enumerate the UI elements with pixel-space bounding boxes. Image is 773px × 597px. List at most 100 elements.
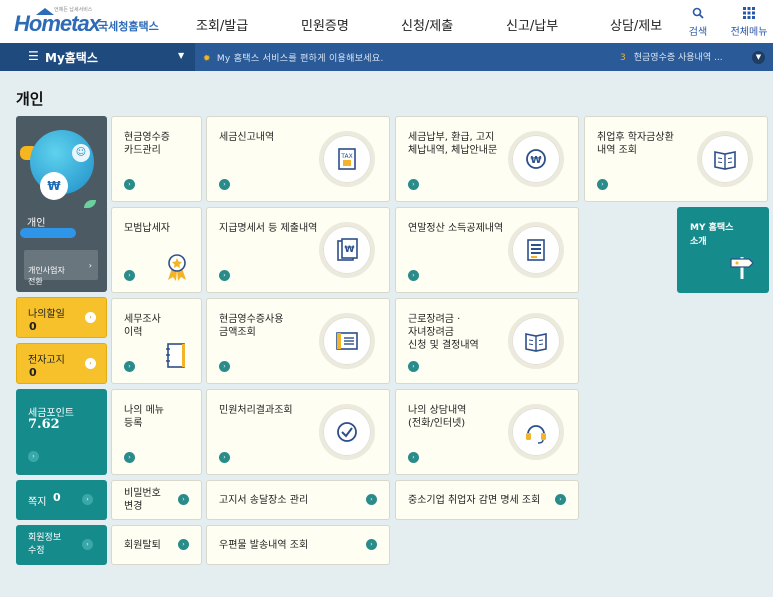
- menu-report-payment[interactable]: 신고/납부: [506, 15, 558, 34]
- grid-menu-icon: [727, 7, 771, 23]
- profile-card: ☺ ₩ 개인 개인사업자 전환 ›: [16, 116, 107, 292]
- arrow-right-icon: ›: [124, 361, 135, 372]
- smiley-icon: ☺: [72, 144, 90, 162]
- sme-tax-reduction-tile[interactable]: 중소기업 취업자 감면 명세 조회 ›: [395, 480, 579, 520]
- award-medal-icon: [168, 254, 186, 281]
- signpost-icon: [730, 257, 754, 279]
- guide-message-text: My 홈택스 서비스를 편하게 이용해보세요.: [216, 54, 384, 64]
- arrow-right-icon: ›: [85, 312, 96, 323]
- my-hometax-dropdown[interactable]: ☰ My홈택스 ▼: [0, 43, 195, 71]
- note-label: 쪽지: [28, 497, 47, 508]
- won-document-icon: ₩: [319, 222, 375, 278]
- chevron-right-icon: ›: [88, 261, 92, 270]
- my-hometax-label: My홈택스: [45, 51, 98, 65]
- arrow-right-icon: ›: [219, 452, 230, 463]
- tile-label: 모범납세자: [124, 223, 170, 234]
- svg-text:TAX: TAX: [340, 153, 352, 160]
- my-todo-card[interactable]: 나의할일 0 ›: [16, 297, 107, 338]
- svg-text:₩: ₩: [530, 155, 541, 166]
- all-menu-label: 전체메뉴: [730, 27, 768, 38]
- search-button[interactable]: 검색: [676, 7, 720, 38]
- tile-label: 지급명세서 등 제출내역: [219, 223, 318, 234]
- menu-application-submit[interactable]: 신청/제출: [401, 15, 453, 34]
- arrow-right-icon: ›: [82, 494, 93, 505]
- tile-label: 세무조사 이력: [124, 314, 161, 338]
- ticker-expand-button[interactable]: ▼: [752, 51, 765, 64]
- tile-label: 연말정산 소득공제내역: [408, 223, 504, 234]
- note-count: 0: [53, 491, 61, 504]
- search-label: 검색: [688, 27, 708, 38]
- headset-icon: [508, 404, 564, 460]
- tax-report-history-tile[interactable]: 세금신고내역 › TAX: [206, 116, 390, 202]
- open-book-icon: [508, 313, 564, 369]
- my-todo-count: 0: [29, 320, 37, 333]
- tax-point-value: 7.62: [28, 417, 60, 432]
- tile-label: 취업후 학자금상환 내역 조회: [597, 132, 674, 156]
- top-header: 언제든 납세서비스 Hometax 국세청홈택스 조회/발급 민원증명 신청/제…: [0, 0, 773, 43]
- page-title: 개인: [16, 90, 44, 108]
- tile-label: 세금신고내역: [219, 132, 275, 143]
- arrow-right-icon: ›: [408, 179, 419, 190]
- e-notice-card[interactable]: 전자고지 0 ›: [16, 343, 107, 384]
- switch-label: 개인사업자 전환: [28, 266, 65, 286]
- mail-history-tile[interactable]: 우편물 발송내역 조회 ›: [206, 525, 390, 565]
- my-hometax-intro-tile[interactable]: MY 홈택스 소개: [677, 207, 769, 293]
- password-change-tile[interactable]: 비밀번호 변경 ›: [111, 480, 202, 520]
- tile-label: 현금영수증사용 금액조회: [219, 314, 284, 338]
- arrow-right-icon: ›: [124, 270, 135, 281]
- cash-receipt-usage-tile[interactable]: 현금영수증사용 금액조회 ›: [206, 298, 390, 384]
- my-consult-history-tile[interactable]: 나의 상담내역 (전화/인터넷) ›: [395, 389, 579, 475]
- e-notice-count: 0: [29, 366, 37, 379]
- tile-label: 회원탈퇴: [124, 540, 161, 551]
- spreadsheet-document-icon: [508, 222, 564, 278]
- tile-label: 나의 상담내역 (전화/인터넷): [408, 405, 467, 429]
- tax-audit-history-tile[interactable]: 세무조사 이력 ›: [111, 298, 202, 384]
- arrow-right-icon: ›: [178, 539, 189, 550]
- arrow-right-icon: ›: [366, 539, 377, 550]
- tile-label: 비밀번호 변경: [124, 488, 161, 512]
- menu-inquiry-issue[interactable]: 조회/발급: [196, 15, 248, 34]
- civil-result-tile[interactable]: 민원처리결과조회 ›: [206, 389, 390, 475]
- tile-label: 민원처리결과조회: [219, 405, 293, 416]
- withdrawal-tile[interactable]: 회원탈퇴 ›: [111, 525, 202, 565]
- arrow-right-icon: ›: [219, 361, 230, 372]
- payment-statement-tile[interactable]: 지급명세서 등 제출내역 › ₩: [206, 207, 390, 293]
- year-end-settlement-tile[interactable]: 연말정산 소득공제내역 ›: [395, 207, 579, 293]
- bill-address-tile[interactable]: 고지서 송달장소 관리 ›: [206, 480, 390, 520]
- switch-to-business-button[interactable]: 개인사업자 전환 ›: [24, 250, 98, 286]
- check-circle-icon: [319, 404, 375, 460]
- dropdown-triangle-icon: ▼: [178, 51, 185, 60]
- tax-document-icon: TAX: [319, 131, 375, 187]
- note-card[interactable]: 쪽지 0 ›: [16, 480, 107, 520]
- tax-payment-history-tile[interactable]: 세금납부, 환급, 고지 체납내역, 체납안내문 › ₩: [395, 116, 579, 202]
- menu-consult-report[interactable]: 상담/제보: [610, 15, 662, 34]
- cash-receipt-card-tile[interactable]: 현금영수증 카드관리 ›: [111, 116, 202, 202]
- menu-civil-certificate[interactable]: 민원증명: [301, 15, 349, 34]
- earned-income-credit-tile[interactable]: 근로장려금 · 자녀장려금 신청 및 결정내역 ›: [395, 298, 579, 384]
- all-menu-button[interactable]: 전체메뉴: [727, 7, 771, 38]
- my-menu-register-tile[interactable]: 나의 메뉴 등록 ›: [111, 389, 202, 475]
- tax-point-card[interactable]: 세금포인트 7.62 ›: [16, 389, 107, 475]
- lightbulb-icon: ✹: [203, 54, 211, 64]
- member-info-edit-card[interactable]: 회원정보 수정 ›: [16, 525, 107, 565]
- tile-label: 고지서 송달장소 관리: [219, 495, 309, 506]
- notebook-icon: [166, 343, 185, 368]
- receipt-list-icon: [319, 313, 375, 369]
- arrow-right-icon: ›: [408, 270, 419, 281]
- logo-org-name: 국세청홈택스: [98, 20, 159, 33]
- hometax-logo[interactable]: 언제든 납세서비스 Hometax 국세청홈택스: [14, 6, 164, 38]
- arrow-right-icon: ›: [408, 361, 419, 372]
- popular-search-ticker[interactable]: 3 현금영수증 사용내역 ...: [620, 50, 723, 63]
- arrow-right-icon: ›: [555, 494, 566, 505]
- member-info-edit-label: 회원정보 수정: [28, 533, 62, 556]
- guide-message: ✹ My 홈택스 서비스를 편하게 이용해보세요.: [203, 51, 384, 64]
- student-loan-tile[interactable]: 취업후 학자금상환 내역 조회 ›: [584, 116, 768, 202]
- model-taxpayer-tile[interactable]: 모범납세자 ›: [111, 207, 202, 293]
- tile-label: 중소기업 취업자 감면 명세 조회: [408, 495, 541, 506]
- masked-user-name: [20, 228, 76, 238]
- tile-label: 근로장려금 · 자녀장려금 신청 및 결정내역: [408, 314, 479, 351]
- ticker-rank-text: 현금영수증 사용내역 ...: [633, 53, 723, 63]
- my-hometax-bar: ☰ My홈택스 ▼ ✹ My 홈택스 서비스를 편하게 이용해보세요. 3 현금영수…: [0, 43, 773, 71]
- leaf-decoration: [84, 200, 96, 208]
- tile-label: MY 홈택스 소개: [690, 223, 734, 247]
